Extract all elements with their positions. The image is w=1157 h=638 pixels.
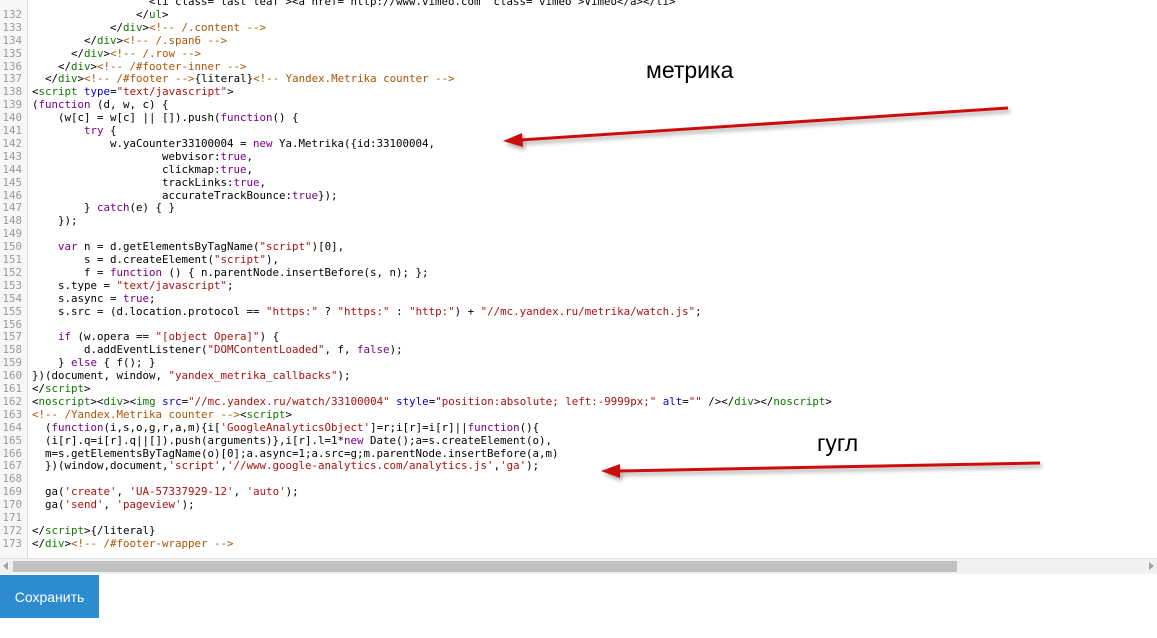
scroll-left-arrow-icon[interactable]	[3, 562, 8, 570]
arrow-icon	[601, 461, 1041, 478]
scroll-right-arrow-icon[interactable]	[1149, 562, 1154, 570]
arrow-line	[617, 461, 1041, 473]
scrollbar-thumb[interactable]	[13, 561, 957, 572]
arrow-head	[601, 464, 620, 478]
annotation-arrows	[503, 106, 1041, 478]
arrow-head	[503, 133, 523, 147]
arrow-icon	[503, 106, 1009, 147]
horizontal-scrollbar[interactable]	[0, 558, 1157, 574]
save-button[interactable]: Сохранить	[0, 575, 99, 618]
arrow-line	[519, 106, 1009, 142]
